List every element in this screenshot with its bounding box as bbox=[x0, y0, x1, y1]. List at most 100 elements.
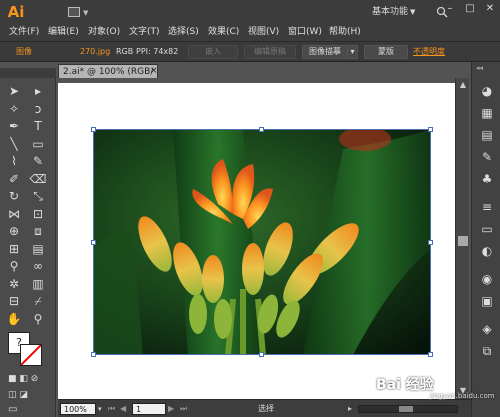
status-menu-icon[interactable]: ▸ bbox=[348, 402, 352, 416]
direct-selection-icon[interactable]: ▸ bbox=[28, 82, 48, 100]
resize-handle-tr[interactable] bbox=[428, 127, 433, 132]
graphic-styles-icon[interactable]: ▣ bbox=[477, 292, 497, 310]
mesh-icon[interactable]: ⊞ bbox=[4, 240, 24, 258]
resize-handle-tl[interactable] bbox=[91, 127, 96, 132]
rectangle-icon[interactable]: ▭ bbox=[28, 135, 48, 153]
line-icon[interactable]: ╲ bbox=[4, 135, 24, 153]
symbol-sprayer-icon[interactable]: ✲ bbox=[4, 275, 24, 293]
gradient-icon[interactable]: ▤ bbox=[28, 240, 48, 258]
artboard-first-icon[interactable]: ⏮ bbox=[108, 402, 115, 416]
dock-collapse-icon[interactable]: ◂◂ bbox=[476, 64, 496, 72]
menu-edit[interactable]: 编辑(E) bbox=[48, 24, 79, 41]
scale-icon[interactable]: ⤡ bbox=[28, 187, 48, 205]
pen-icon[interactable]: ✒ bbox=[4, 117, 24, 135]
artboard-icon[interactable]: ⊟ bbox=[4, 292, 24, 310]
image-trace-button[interactable]: 图像描摹 bbox=[302, 45, 348, 59]
hand-icon[interactable]: ✋ bbox=[4, 310, 24, 328]
panel-dock: ◂◂ ◕ ▦ ▤ ✎ ♣ ≡ ▭ ◐ ◉ ▣ ◈ ⧉ bbox=[471, 62, 500, 417]
embed-button[interactable]: 嵌入 bbox=[188, 45, 238, 59]
stroke-panel-icon[interactable]: ≡ bbox=[477, 198, 497, 216]
zoom-icon[interactable]: ⚲ bbox=[28, 310, 48, 328]
horizontal-scrollbar[interactable] bbox=[358, 405, 458, 413]
layers-panel-icon[interactable]: ◈ bbox=[477, 320, 497, 338]
mask-button[interactable]: 蒙版 bbox=[364, 45, 408, 59]
tools-panel: ➤ ▸ ✧ ↄ ✒ T ╲ ▭ ⌇ ✎ ✐ ⌫ ↻ ⤡ ⋈ ⊡ ⊕ ⧈ ⊞ ▤ ⚲ ∞ ✲ ▥ ⊟ ⌿ ✋ ⚲ ? ■ ◧ ⊘ ◫ ◪… bbox=[0, 68, 56, 417]
menu-help[interactable]: 帮助(H) bbox=[329, 24, 361, 41]
brushes-panel-icon[interactable]: ✎ bbox=[477, 148, 497, 166]
swatches-panel-icon[interactable]: ▤ bbox=[477, 126, 497, 144]
artboard-next-icon[interactable]: ▶ bbox=[168, 402, 174, 416]
arrange-documents-button[interactable]: ▼ bbox=[64, 5, 90, 19]
color-mode: RGB bbox=[116, 47, 134, 56]
magic-wand-icon[interactable]: ✧ bbox=[4, 100, 24, 118]
menu-view[interactable]: 视图(V) bbox=[248, 24, 279, 41]
zoom-field[interactable]: 100% bbox=[60, 403, 96, 415]
appearance-panel-icon[interactable]: ◉ bbox=[477, 270, 497, 288]
menu-effect[interactable]: 效果(C) bbox=[208, 24, 239, 41]
vertical-scrollbar[interactable]: ▲ ▼ bbox=[455, 78, 469, 399]
graph-icon[interactable]: ▥ bbox=[28, 275, 48, 293]
blob-brush-icon[interactable]: ✐ bbox=[4, 170, 24, 188]
menu-object[interactable]: 对象(O) bbox=[88, 24, 120, 41]
screen-mode-button[interactable]: ▭ bbox=[8, 404, 52, 416]
opacity-link[interactable]: 不透明度 bbox=[413, 42, 445, 61]
menu-select[interactable]: 选择(S) bbox=[168, 24, 199, 41]
workspace-switcher[interactable]: 基本功能 ▼ bbox=[372, 4, 415, 20]
document-tab[interactable]: 2.ai* @ 100% (RGB/预览) bbox=[58, 64, 158, 91]
resize-handle-t[interactable] bbox=[259, 127, 264, 132]
tools-panel-header[interactable] bbox=[0, 68, 56, 78]
h-scroll-thumb[interactable] bbox=[399, 406, 413, 412]
app-logo: Ai bbox=[7, 3, 25, 21]
selection-icon[interactable]: ➤ bbox=[4, 82, 24, 100]
resize-handle-r[interactable] bbox=[428, 240, 433, 245]
eyedropper-icon[interactable]: ⚲ bbox=[4, 257, 24, 275]
draw-mode-buttons[interactable]: ◫ ◪ bbox=[8, 390, 52, 402]
type-icon[interactable]: T bbox=[28, 117, 48, 135]
blend-icon[interactable]: ∞ bbox=[28, 257, 48, 275]
menu-file[interactable]: 文件(F) bbox=[9, 24, 39, 41]
edit-original-button[interactable]: 编辑原稿 bbox=[244, 45, 296, 59]
artboard[interactable] bbox=[58, 83, 455, 399]
resize-handle-bl[interactable] bbox=[91, 352, 96, 357]
linked-file-name[interactable]: 270.jpg bbox=[80, 42, 110, 61]
document-canvas[interactable] bbox=[58, 78, 455, 399]
symbols-panel-icon[interactable]: ♣ bbox=[477, 170, 497, 188]
width-icon[interactable]: ⋈ bbox=[4, 205, 24, 223]
color-guide-icon[interactable]: ▦ bbox=[477, 104, 497, 122]
chevron-down-icon: ▼ bbox=[410, 8, 416, 16]
image-trace-dropdown[interactable]: ▾ bbox=[348, 45, 358, 59]
gradient-panel-icon[interactable]: ▭ bbox=[477, 220, 497, 238]
shape-builder-icon[interactable]: ⊕ bbox=[4, 222, 24, 240]
maximize-button[interactable]: □ bbox=[460, 0, 480, 18]
paintbrush-icon[interactable]: ⌇ bbox=[4, 152, 24, 170]
scroll-thumb[interactable] bbox=[458, 236, 468, 246]
scroll-up-icon[interactable]: ▲ bbox=[458, 80, 468, 90]
stroke-swatch[interactable] bbox=[20, 344, 42, 366]
menu-type[interactable]: 文字(T) bbox=[129, 24, 160, 41]
transparency-panel-icon[interactable]: ◐ bbox=[477, 242, 497, 260]
free-transform-icon[interactable]: ⊡ bbox=[28, 205, 48, 223]
artboard-number-field[interactable]: 1 bbox=[132, 403, 166, 415]
minimize-button[interactable]: – bbox=[440, 0, 460, 18]
status-bar: 100% ▾ ⏮ ◀ 1 ▶ ⏭ 选择 ▸ bbox=[58, 399, 471, 417]
rotate-icon[interactable]: ↻ bbox=[4, 187, 24, 205]
selection-bounding-box[interactable] bbox=[93, 129, 431, 355]
artboards-panel-icon[interactable]: ⧉ bbox=[477, 342, 497, 360]
artboard-last-icon[interactable]: ⏭ bbox=[180, 402, 187, 416]
resize-handle-b[interactable] bbox=[259, 352, 264, 357]
eraser-icon[interactable]: ⌫ bbox=[28, 170, 48, 188]
lasso-icon[interactable]: ↄ bbox=[28, 100, 48, 118]
menu-window[interactable]: 窗口(W) bbox=[288, 24, 322, 41]
perspective-icon[interactable]: ⧈ bbox=[28, 222, 48, 240]
artboard-prev-icon[interactable]: ◀ bbox=[120, 402, 126, 416]
fill-stroke-swatches[interactable]: ? bbox=[8, 332, 48, 372]
color-mode-buttons[interactable]: ■ ◧ ⊘ bbox=[8, 374, 52, 386]
close-button[interactable]: ✕ bbox=[480, 0, 500, 18]
close-tab-icon[interactable]: × bbox=[150, 64, 160, 78]
zoom-dropdown-icon[interactable]: ▾ bbox=[98, 402, 102, 416]
resize-handle-br[interactable] bbox=[428, 352, 433, 357]
color-panel-icon[interactable]: ◕ bbox=[477, 82, 497, 100]
resize-handle-l[interactable] bbox=[91, 240, 96, 245]
slice-icon[interactable]: ⌿ bbox=[28, 292, 48, 310]
pencil-icon[interactable]: ✎ bbox=[28, 152, 48, 170]
